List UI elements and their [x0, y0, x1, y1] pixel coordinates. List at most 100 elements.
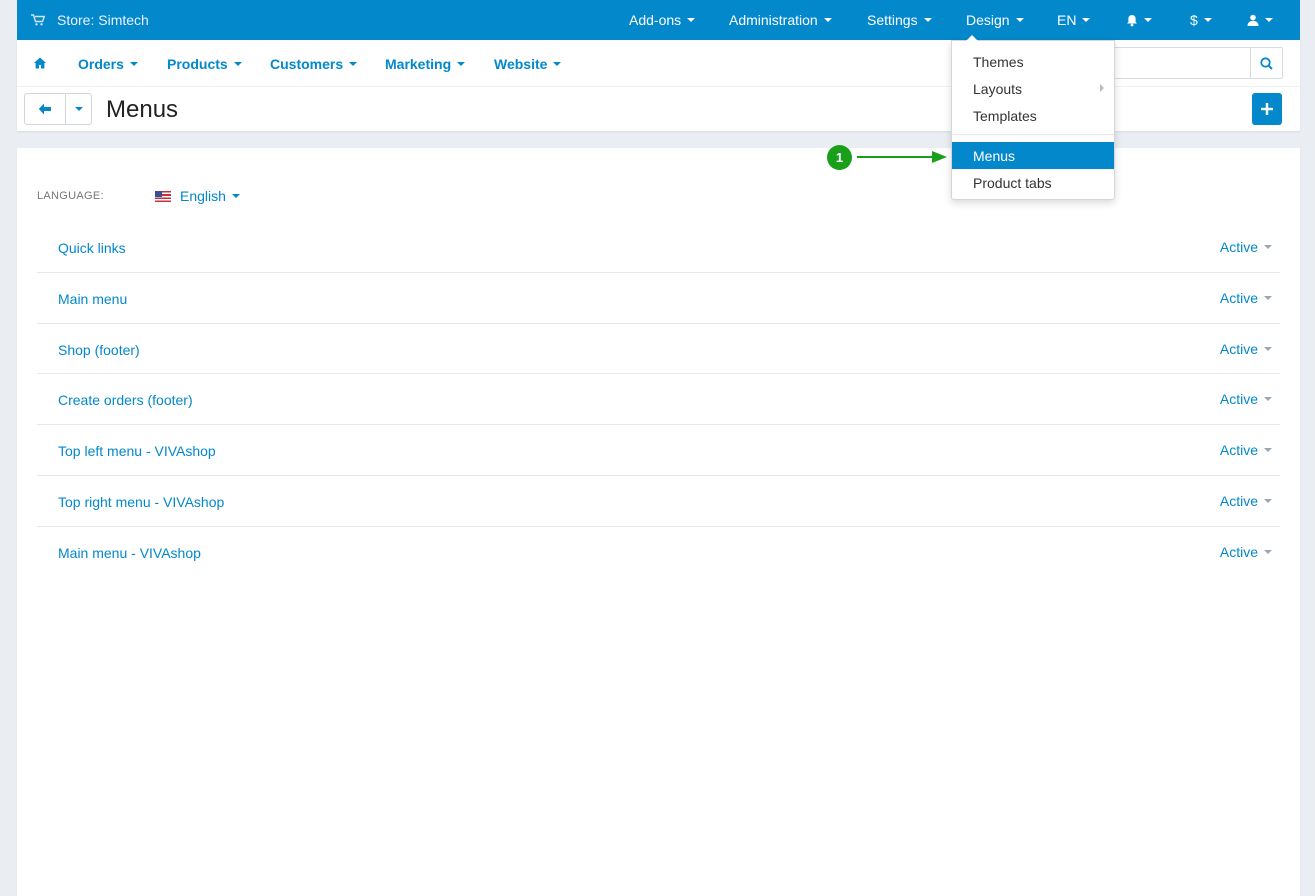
topmenu-settings[interactable]: Settings	[867, 0, 932, 40]
menu-name-link[interactable]: Quick links	[58, 240, 126, 256]
nav-website-label: Website	[494, 55, 548, 72]
topmenu-user[interactable]	[1247, 0, 1273, 40]
history-dropdown-button[interactable]	[66, 94, 92, 124]
language-selected: English	[180, 188, 226, 204]
dropdown-item-templates[interactable]: Templates	[952, 102, 1114, 129]
list-item: Quick links Active	[37, 222, 1280, 273]
dropdown-item-label: Themes	[973, 53, 1024, 70]
chevron-down-icon	[923, 18, 932, 22]
list-item: Main menu Active	[37, 273, 1280, 324]
chevron-down-icon	[1082, 18, 1091, 22]
status-label: Active	[1219, 239, 1258, 255]
menus-list: Quick links Active Main menu Active Shop…	[37, 222, 1280, 578]
menu-name-link[interactable]: Top right menu - VIVAshop	[58, 494, 224, 510]
plus-icon	[1261, 103, 1273, 115]
chevron-down-icon	[553, 61, 562, 66]
nav-customers[interactable]: Customers	[270, 40, 358, 87]
language-label: LANGUAGE:	[37, 190, 104, 202]
nav-products-label: Products	[167, 55, 228, 72]
design-dropdown-menu: Themes Layouts Templates Menus Product t…	[951, 35, 1115, 200]
status-label: Active	[1219, 289, 1258, 306]
list-item: Main menu - VIVAshop Active	[37, 527, 1280, 578]
back-button-group	[24, 93, 92, 125]
dropdown-item-product-tabs[interactable]: Product tabs	[952, 169, 1114, 196]
cart-icon	[31, 14, 45, 26]
arrow-left-icon	[38, 103, 51, 115]
search-button[interactable]	[1250, 48, 1282, 78]
menu-name-link[interactable]: Shop (footer)	[58, 342, 140, 358]
chevron-down-icon	[457, 61, 466, 66]
store-switcher[interactable]: Store: Simtech	[31, 0, 149, 40]
store-label: Store: Simtech	[57, 12, 149, 28]
topmenu-currency[interactable]: $	[1190, 0, 1212, 40]
arrow-right-icon	[932, 151, 947, 163]
add-menu-button[interactable]	[1252, 93, 1282, 125]
topmenu-settings-label: Settings	[867, 12, 918, 28]
dropdown-item-menus[interactable]: Menus	[952, 142, 1114, 169]
dropdown-item-label: Product tabs	[973, 174, 1052, 191]
bell-icon	[1127, 14, 1137, 26]
topmenu-notifications[interactable]	[1126, 0, 1152, 40]
chevron-down-icon	[129, 61, 138, 66]
dropdown-item-label: Menus	[973, 147, 1016, 164]
topmenu-addons-label: Add-ons	[629, 12, 682, 28]
status-label: Active	[1219, 340, 1258, 357]
status-dropdown[interactable]: Active	[1220, 442, 1272, 458]
nav-marketing[interactable]: Marketing	[385, 40, 466, 87]
search-icon	[1260, 56, 1273, 70]
chevron-down-icon	[1264, 295, 1272, 300]
menu-name-link[interactable]: Main menu - VIVAshop	[58, 545, 201, 561]
topmenu-currency-label: $	[1190, 12, 1198, 28]
status-label: Active	[1219, 391, 1258, 408]
list-item: Top left menu - VIVAshop Active	[37, 425, 1280, 476]
chevron-down-icon	[1203, 18, 1212, 22]
nav-orders-label: Orders	[78, 55, 124, 72]
chevron-down-icon	[1264, 448, 1272, 453]
chevron-down-icon	[1264, 549, 1272, 554]
status-dropdown[interactable]: Active	[1220, 544, 1272, 560]
nav-products[interactable]: Products	[167, 40, 242, 87]
page-title: Menus	[106, 96, 179, 123]
chevron-down-icon	[1144, 18, 1152, 22]
list-item: Shop (footer) Active	[37, 324, 1280, 375]
status-label: Active	[1219, 543, 1258, 560]
home-icon[interactable]	[34, 57, 46, 69]
dropdown-item-label: Layouts	[973, 80, 1023, 97]
chevron-down-icon	[75, 107, 83, 111]
user-icon	[1247, 14, 1259, 26]
list-item: Create orders (footer) Active	[37, 374, 1280, 426]
menu-name-link[interactable]: Create orders (footer)	[58, 392, 193, 408]
search-input[interactable]	[1113, 48, 1250, 78]
topmenu-administration[interactable]: Administration	[729, 0, 832, 40]
topmenu-addons[interactable]: Add-ons	[629, 0, 696, 40]
chevron-down-icon	[233, 61, 242, 66]
chevron-down-icon	[823, 18, 832, 22]
topmenu-design[interactable]: Design	[966, 0, 1024, 40]
chevron-right-icon	[1100, 84, 1104, 92]
menu-name-link[interactable]: Main menu	[58, 291, 127, 307]
language-selector[interactable]: English	[155, 188, 240, 204]
status-dropdown[interactable]: Active	[1220, 239, 1272, 255]
main-content: LANGUAGE: English Quick links Active Mai…	[17, 148, 1300, 896]
status-dropdown[interactable]: Active	[1220, 493, 1272, 509]
nav-customers-label: Customers	[270, 55, 344, 72]
nav-marketing-label: Marketing	[385, 55, 452, 72]
topmenu-design-label: Design	[966, 12, 1010, 28]
status-dropdown[interactable]: Active	[1220, 290, 1272, 306]
status-dropdown[interactable]: Active	[1220, 391, 1272, 407]
chevron-down-icon	[1265, 18, 1273, 22]
nav-website[interactable]: Website	[494, 40, 562, 87]
status-label: Active	[1219, 492, 1258, 509]
step-badge: 1	[827, 145, 852, 170]
menu-name-link[interactable]: Top left menu - VIVAshop	[58, 443, 216, 459]
chevron-down-icon	[349, 61, 358, 66]
back-button[interactable]	[25, 94, 66, 124]
topmenu-language[interactable]: EN	[1057, 0, 1091, 40]
dropdown-item-layouts[interactable]: Layouts	[952, 75, 1114, 102]
chevron-down-icon	[231, 194, 240, 198]
dropdown-item-themes[interactable]: Themes	[952, 48, 1114, 75]
status-dropdown[interactable]: Active	[1220, 341, 1272, 357]
chevron-down-icon	[1264, 245, 1272, 249]
nav-orders[interactable]: Orders	[78, 40, 138, 87]
topmenu-language-label: EN	[1057, 12, 1077, 28]
